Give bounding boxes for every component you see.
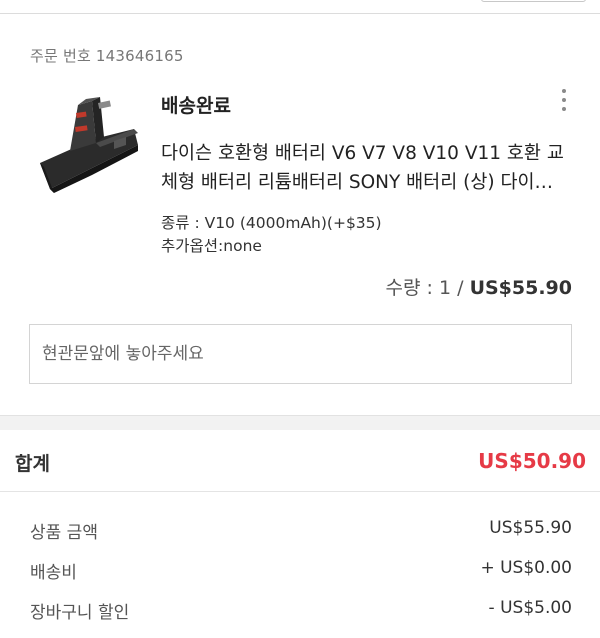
delivery-status: 배송완료 — [161, 95, 231, 117]
top-section-edge — [0, 0, 600, 14]
summary-value: US$55.90 — [489, 518, 572, 538]
total-label: 합계 — [15, 453, 50, 475]
top-edge-button[interactable] — [481, 0, 586, 2]
summary-value: - US$5.00 — [488, 598, 572, 618]
summary-label: 장바구니 할인 — [30, 603, 130, 623]
quantity-price-row: 수량 : 1 / US$55.90 — [386, 273, 572, 300]
battery-product-image — [40, 97, 138, 193]
option-type: 종류 : V10 (4000mAh)(+$35) — [161, 214, 382, 232]
order-number: 주문 번호 143646165 — [30, 47, 184, 65]
quantity-text: 수량 : 1 / — [385, 277, 470, 299]
option-extra: 추가옵션:none — [161, 237, 262, 255]
order-card: 주문 번호 143646165 배송완료 다이슨 호환형 배터리 V6 V7 V… — [0, 15, 600, 415]
summary-row-product-amount: 상품 금액 US$55.90 — [0, 510, 600, 550]
product-title[interactable]: 다이슨 호환형 배터리 V6 V7 V8 V10 V11 호환 교체형 배터리 … — [161, 139, 566, 197]
summary-value: + US$0.00 — [480, 558, 572, 578]
summary-label: 상품 금액 — [30, 523, 98, 543]
product-thumbnail[interactable] — [30, 93, 142, 205]
item-price: US$55.90 — [469, 277, 572, 299]
section-divider — [0, 415, 600, 430]
summary-label: 배송비 — [30, 563, 77, 583]
total-value: US$50.90 — [478, 449, 586, 473]
more-vertical-icon[interactable] — [552, 85, 576, 115]
summary-row-cart-discount: 장바구니 할인 - US$5.00 — [0, 590, 600, 630]
delivery-note-input[interactable] — [42, 344, 571, 364]
delivery-note-field[interactable] — [29, 324, 572, 384]
summary-row-shipping: 배송비 + US$0.00 — [0, 550, 600, 590]
total-row: 합계 US$50.90 — [0, 431, 600, 492]
